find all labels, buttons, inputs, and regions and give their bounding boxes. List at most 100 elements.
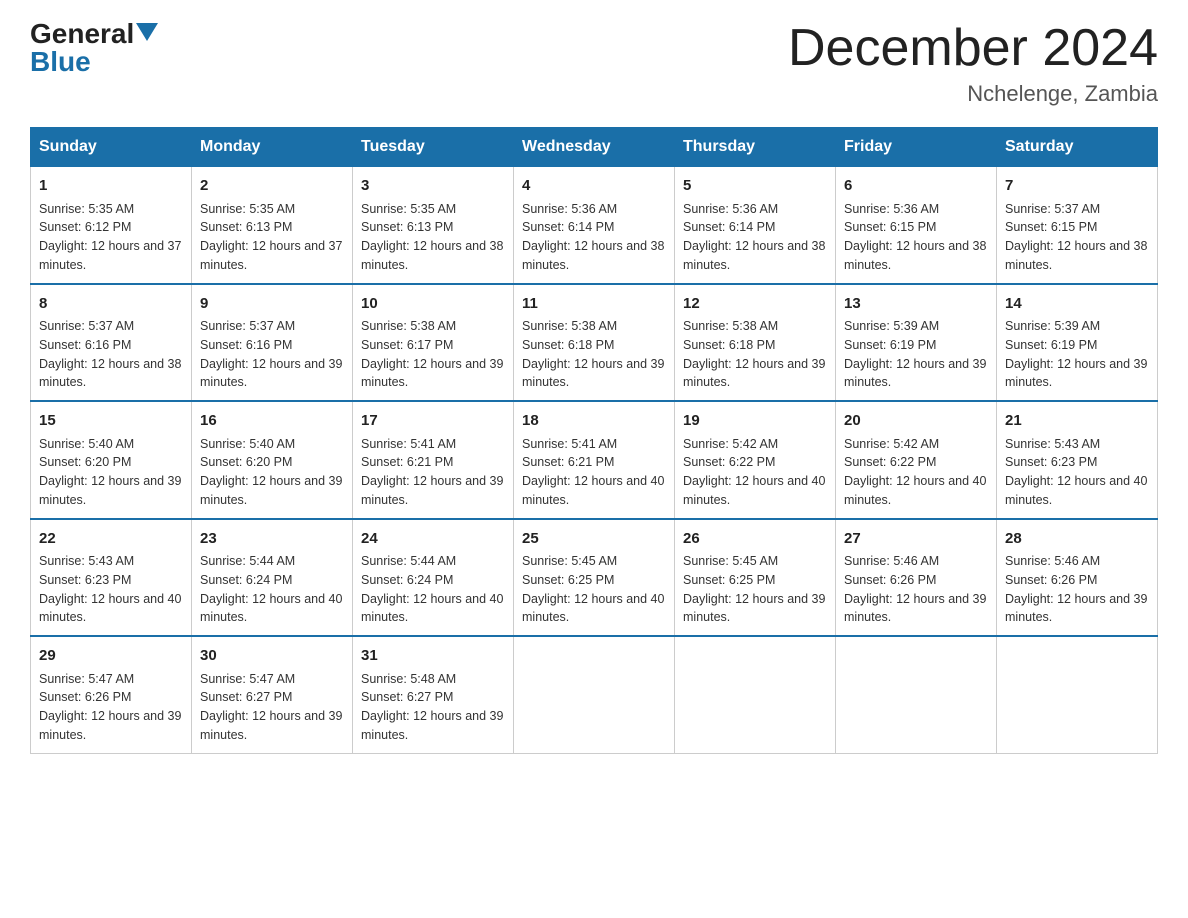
calendar-week-row: 22Sunrise: 5:43 AMSunset: 6:23 PMDayligh…	[31, 519, 1158, 637]
day-number: 26	[683, 528, 827, 551]
day-info: Sunrise: 5:44 AMSunset: 6:24 PMDaylight:…	[200, 552, 344, 627]
calendar-cell: 26Sunrise: 5:45 AMSunset: 6:25 PMDayligh…	[675, 519, 836, 637]
calendar-cell: 11Sunrise: 5:38 AMSunset: 6:18 PMDayligh…	[514, 284, 675, 402]
logo-blue: Blue	[30, 48, 91, 76]
calendar-cell: 31Sunrise: 5:48 AMSunset: 6:27 PMDayligh…	[353, 636, 514, 753]
calendar-cell: 19Sunrise: 5:42 AMSunset: 6:22 PMDayligh…	[675, 401, 836, 519]
day-info: Sunrise: 5:40 AMSunset: 6:20 PMDaylight:…	[39, 435, 183, 510]
day-number: 15	[39, 410, 183, 433]
day-info: Sunrise: 5:36 AMSunset: 6:15 PMDaylight:…	[844, 200, 988, 275]
day-info: Sunrise: 5:35 AMSunset: 6:13 PMDaylight:…	[200, 200, 344, 275]
day-number: 11	[522, 293, 666, 316]
calendar-cell: 16Sunrise: 5:40 AMSunset: 6:20 PMDayligh…	[192, 401, 353, 519]
day-info: Sunrise: 5:41 AMSunset: 6:21 PMDaylight:…	[522, 435, 666, 510]
day-number: 9	[200, 293, 344, 316]
calendar-cell: 1Sunrise: 5:35 AMSunset: 6:12 PMDaylight…	[31, 167, 192, 284]
day-info: Sunrise: 5:37 AMSunset: 6:15 PMDaylight:…	[1005, 200, 1149, 275]
calendar-week-row: 1Sunrise: 5:35 AMSunset: 6:12 PMDaylight…	[31, 167, 1158, 284]
day-info: Sunrise: 5:38 AMSunset: 6:18 PMDaylight:…	[683, 317, 827, 392]
calendar-cell: 21Sunrise: 5:43 AMSunset: 6:23 PMDayligh…	[997, 401, 1158, 519]
calendar-table: Sunday Monday Tuesday Wednesday Thursday…	[30, 127, 1158, 754]
day-number: 8	[39, 293, 183, 316]
calendar-cell: 14Sunrise: 5:39 AMSunset: 6:19 PMDayligh…	[997, 284, 1158, 402]
calendar-cell: 8Sunrise: 5:37 AMSunset: 6:16 PMDaylight…	[31, 284, 192, 402]
day-number: 4	[522, 175, 666, 198]
day-number: 14	[1005, 293, 1149, 316]
calendar-week-row: 8Sunrise: 5:37 AMSunset: 6:16 PMDaylight…	[31, 284, 1158, 402]
day-info: Sunrise: 5:43 AMSunset: 6:23 PMDaylight:…	[1005, 435, 1149, 510]
day-info: Sunrise: 5:39 AMSunset: 6:19 PMDaylight:…	[844, 317, 988, 392]
day-info: Sunrise: 5:44 AMSunset: 6:24 PMDaylight:…	[361, 552, 505, 627]
calendar-cell: 3Sunrise: 5:35 AMSunset: 6:13 PMDaylight…	[353, 167, 514, 284]
day-info: Sunrise: 5:45 AMSunset: 6:25 PMDaylight:…	[522, 552, 666, 627]
day-number: 21	[1005, 410, 1149, 433]
calendar-cell: 5Sunrise: 5:36 AMSunset: 6:14 PMDaylight…	[675, 167, 836, 284]
calendar-cell: 24Sunrise: 5:44 AMSunset: 6:24 PMDayligh…	[353, 519, 514, 637]
day-info: Sunrise: 5:43 AMSunset: 6:23 PMDaylight:…	[39, 552, 183, 627]
day-number: 25	[522, 528, 666, 551]
calendar-cell: 25Sunrise: 5:45 AMSunset: 6:25 PMDayligh…	[514, 519, 675, 637]
day-number: 20	[844, 410, 988, 433]
day-number: 24	[361, 528, 505, 551]
calendar-cell: 20Sunrise: 5:42 AMSunset: 6:22 PMDayligh…	[836, 401, 997, 519]
calendar-cell: 18Sunrise: 5:41 AMSunset: 6:21 PMDayligh…	[514, 401, 675, 519]
calendar-week-row: 29Sunrise: 5:47 AMSunset: 6:26 PMDayligh…	[31, 636, 1158, 753]
day-number: 18	[522, 410, 666, 433]
day-number: 5	[683, 175, 827, 198]
logo: General Blue	[30, 20, 158, 76]
calendar-cell: 15Sunrise: 5:40 AMSunset: 6:20 PMDayligh…	[31, 401, 192, 519]
calendar-cell: 23Sunrise: 5:44 AMSunset: 6:24 PMDayligh…	[192, 519, 353, 637]
calendar-cell: 22Sunrise: 5:43 AMSunset: 6:23 PMDayligh…	[31, 519, 192, 637]
day-info: Sunrise: 5:41 AMSunset: 6:21 PMDaylight:…	[361, 435, 505, 510]
month-title: December 2024	[788, 20, 1158, 77]
header-sunday: Sunday	[31, 128, 192, 167]
day-info: Sunrise: 5:45 AMSunset: 6:25 PMDaylight:…	[683, 552, 827, 627]
day-info: Sunrise: 5:37 AMSunset: 6:16 PMDaylight:…	[39, 317, 183, 392]
day-number: 12	[683, 293, 827, 316]
header-friday: Friday	[836, 128, 997, 167]
day-info: Sunrise: 5:40 AMSunset: 6:20 PMDaylight:…	[200, 435, 344, 510]
day-number: 22	[39, 528, 183, 551]
day-number: 30	[200, 645, 344, 668]
calendar-cell: 30Sunrise: 5:47 AMSunset: 6:27 PMDayligh…	[192, 636, 353, 753]
calendar-cell	[836, 636, 997, 753]
calendar-cell: 12Sunrise: 5:38 AMSunset: 6:18 PMDayligh…	[675, 284, 836, 402]
day-info: Sunrise: 5:35 AMSunset: 6:12 PMDaylight:…	[39, 200, 183, 275]
logo-triangle-icon	[136, 23, 158, 41]
calendar-cell: 28Sunrise: 5:46 AMSunset: 6:26 PMDayligh…	[997, 519, 1158, 637]
day-info: Sunrise: 5:38 AMSunset: 6:18 PMDaylight:…	[522, 317, 666, 392]
day-info: Sunrise: 5:35 AMSunset: 6:13 PMDaylight:…	[361, 200, 505, 275]
day-number: 29	[39, 645, 183, 668]
day-info: Sunrise: 5:46 AMSunset: 6:26 PMDaylight:…	[1005, 552, 1149, 627]
calendar-header-row: Sunday Monday Tuesday Wednesday Thursday…	[31, 128, 1158, 167]
day-info: Sunrise: 5:47 AMSunset: 6:26 PMDaylight:…	[39, 670, 183, 745]
header-monday: Monday	[192, 128, 353, 167]
title-section: December 2024 Nchelenge, Zambia	[788, 20, 1158, 107]
day-info: Sunrise: 5:36 AMSunset: 6:14 PMDaylight:…	[683, 200, 827, 275]
day-info: Sunrise: 5:36 AMSunset: 6:14 PMDaylight:…	[522, 200, 666, 275]
header-thursday: Thursday	[675, 128, 836, 167]
day-number: 17	[361, 410, 505, 433]
calendar-cell: 10Sunrise: 5:38 AMSunset: 6:17 PMDayligh…	[353, 284, 514, 402]
day-number: 27	[844, 528, 988, 551]
day-info: Sunrise: 5:48 AMSunset: 6:27 PMDaylight:…	[361, 670, 505, 745]
day-info: Sunrise: 5:46 AMSunset: 6:26 PMDaylight:…	[844, 552, 988, 627]
day-info: Sunrise: 5:42 AMSunset: 6:22 PMDaylight:…	[683, 435, 827, 510]
location-subtitle: Nchelenge, Zambia	[788, 81, 1158, 107]
day-info: Sunrise: 5:39 AMSunset: 6:19 PMDaylight:…	[1005, 317, 1149, 392]
day-info: Sunrise: 5:37 AMSunset: 6:16 PMDaylight:…	[200, 317, 344, 392]
day-number: 13	[844, 293, 988, 316]
day-info: Sunrise: 5:38 AMSunset: 6:17 PMDaylight:…	[361, 317, 505, 392]
calendar-cell: 4Sunrise: 5:36 AMSunset: 6:14 PMDaylight…	[514, 167, 675, 284]
logo-general: General	[30, 20, 134, 48]
day-number: 10	[361, 293, 505, 316]
calendar-week-row: 15Sunrise: 5:40 AMSunset: 6:20 PMDayligh…	[31, 401, 1158, 519]
calendar-cell	[675, 636, 836, 753]
calendar-cell: 27Sunrise: 5:46 AMSunset: 6:26 PMDayligh…	[836, 519, 997, 637]
day-number: 16	[200, 410, 344, 433]
day-number: 1	[39, 175, 183, 198]
header-tuesday: Tuesday	[353, 128, 514, 167]
calendar-cell: 9Sunrise: 5:37 AMSunset: 6:16 PMDaylight…	[192, 284, 353, 402]
calendar-cell: 13Sunrise: 5:39 AMSunset: 6:19 PMDayligh…	[836, 284, 997, 402]
calendar-cell: 2Sunrise: 5:35 AMSunset: 6:13 PMDaylight…	[192, 167, 353, 284]
